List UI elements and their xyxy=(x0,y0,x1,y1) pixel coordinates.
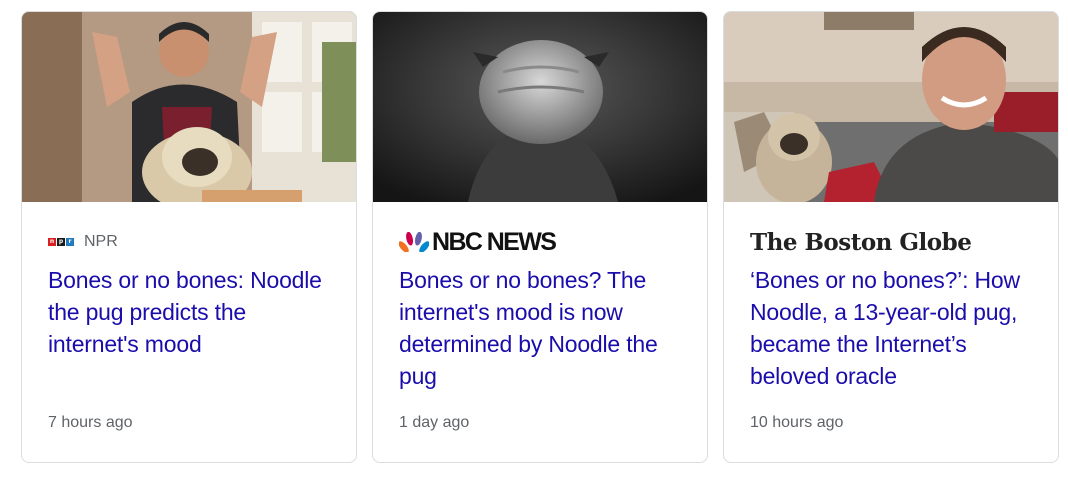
news-timestamp: 1 day ago xyxy=(399,414,470,431)
nbc-peacock-icon xyxy=(399,232,429,252)
source-name: NPR xyxy=(84,233,118,250)
news-card-npr[interactable]: npr NPR Bones or no bones: Noodle the pu… xyxy=(21,11,357,463)
news-headline-link[interactable]: Bones or no bones? The internet's mood i… xyxy=(399,264,685,392)
source-nbc: NBC NEWS xyxy=(399,227,557,256)
source-npr: npr NPR xyxy=(48,228,118,256)
source-name: The Boston Globe xyxy=(750,228,972,256)
news-headline-link[interactable]: ‘Bones or no bones?’: How Noodle, a 13-y… xyxy=(750,264,1036,392)
news-thumbnail-npr[interactable] xyxy=(22,12,356,202)
news-card-nbc[interactable]: NBC NEWS Bones or no bones? The internet… xyxy=(372,11,708,463)
news-headline-link[interactable]: Bones or no bones: Noodle the pug predic… xyxy=(48,264,334,360)
news-thumbnail-boston-globe[interactable] xyxy=(724,12,1058,202)
news-thumbnail-nbc[interactable] xyxy=(373,12,707,202)
news-timestamp: 7 hours ago xyxy=(48,414,133,431)
source-boston-globe: The Boston Globe xyxy=(750,228,972,256)
source-name: NBC NEWS xyxy=(432,227,557,256)
news-carousel: npr NPR Bones or no bones: Noodle the pu… xyxy=(21,11,1059,463)
npr-logo-icon: npr xyxy=(48,238,74,246)
news-timestamp: 10 hours ago xyxy=(750,414,844,431)
news-card-boston-globe[interactable]: The Boston Globe ‘Bones or no bones?’: H… xyxy=(723,11,1059,463)
